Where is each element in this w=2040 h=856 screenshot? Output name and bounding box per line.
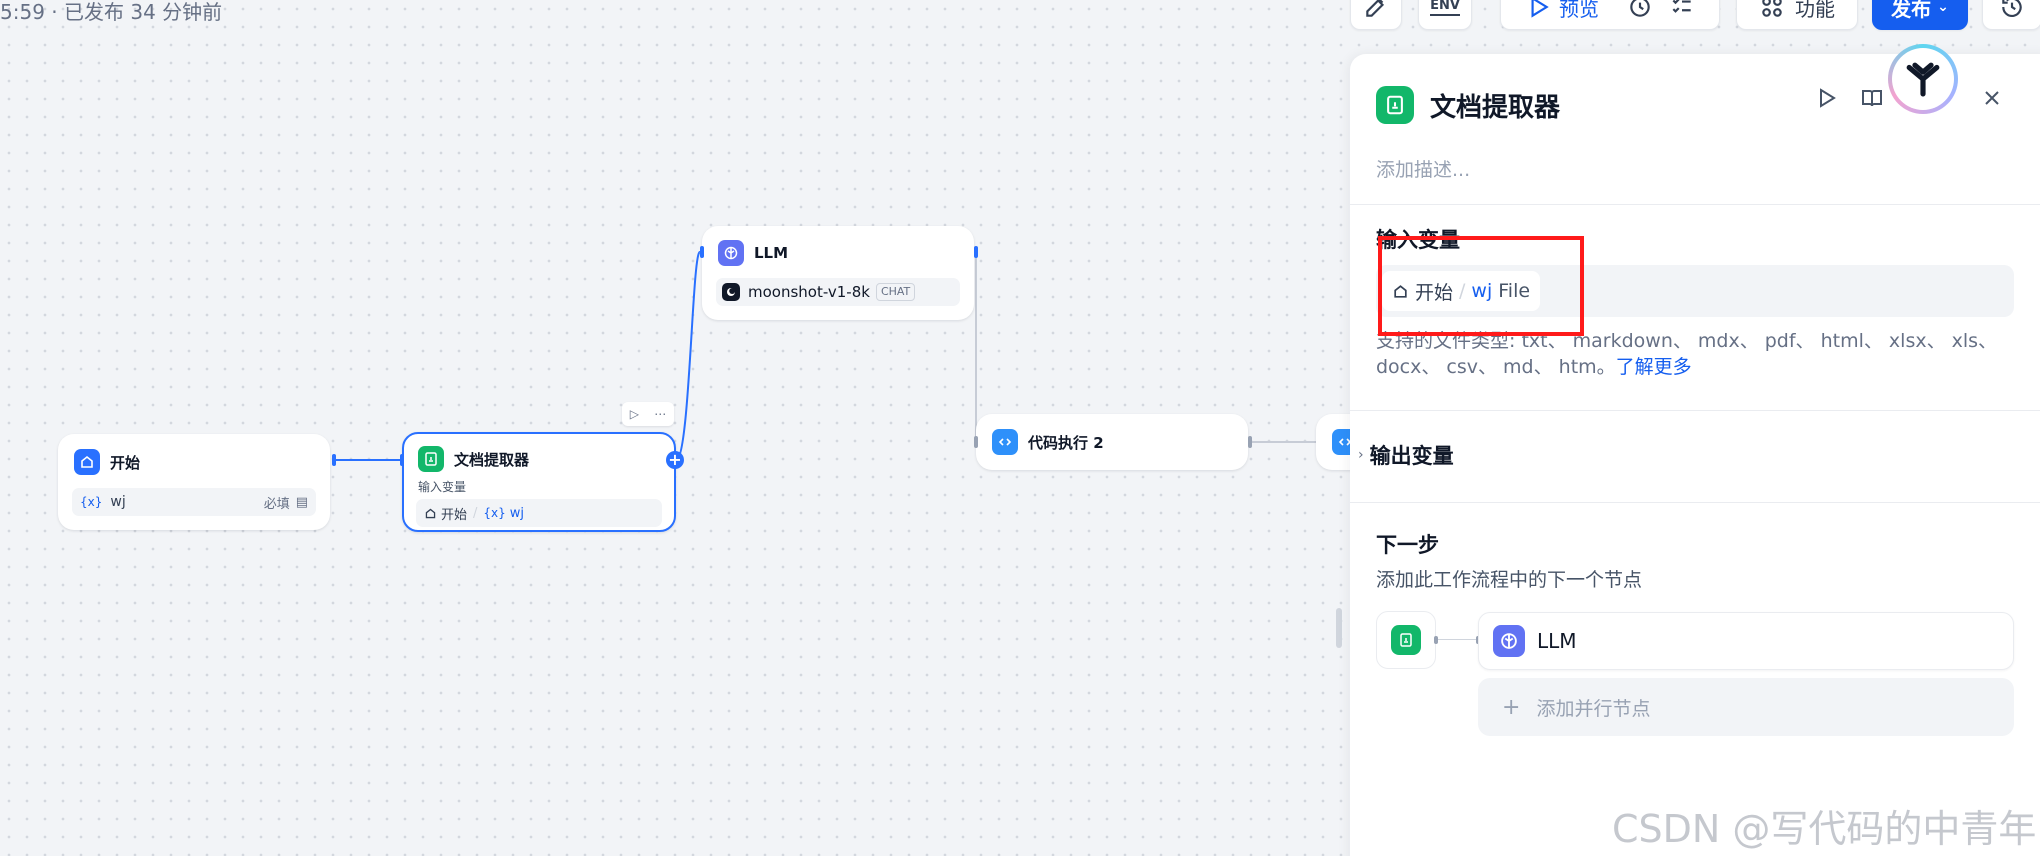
features-label: 功能 — [1795, 0, 1835, 21]
var-type: File — [1498, 280, 1531, 302]
source-node-name: 开始 — [1415, 281, 1454, 304]
doc-extractor-node[interactable]: 文档提取器 输入变量 开始 / {x} wj — [402, 432, 676, 532]
code-output-handle[interactable] — [1248, 436, 1252, 448]
divider — [1350, 410, 2040, 411]
home-icon — [74, 449, 100, 475]
current-node-thumb — [1376, 611, 1436, 669]
moonshot-logo-icon — [722, 283, 740, 301]
var-name: wj — [509, 505, 525, 521]
run-step-icon[interactable] — [1814, 86, 1838, 110]
node-toolbar[interactable]: ▷ ⋯ — [622, 402, 674, 426]
learn-more-link[interactable]: 了解更多 — [1616, 356, 1692, 378]
output-section-toggle[interactable]: › 输出变量 — [1358, 440, 1454, 470]
next-step-desc: 添加此工作流程中的下一个节点 — [1376, 569, 1643, 591]
llm-node[interactable]: LLM moonshot-v1-8k CHAT — [702, 226, 974, 320]
run-group[interactable]: 预览 — [1500, 0, 1720, 30]
watermark: CSDN @写代码的中青年 — [1612, 807, 2037, 851]
history-button[interactable] — [1982, 0, 2040, 30]
play-icon — [1531, 0, 1549, 18]
doc-input-var[interactable]: 开始 / {x} wj — [416, 499, 662, 527]
divider — [1350, 204, 2040, 205]
more-icon[interactable]: ⋯ — [654, 407, 666, 421]
add-parallel-node-button[interactable]: + 添加并行节点 — [1478, 678, 2014, 736]
panel-resize-handle[interactable] — [1336, 608, 1342, 648]
start-node[interactable]: 开始 {x} wj 必填 ▤ — [58, 434, 330, 530]
code-node[interactable]: 代码执行 2 — [976, 414, 1248, 470]
divider — [1350, 502, 2040, 503]
llm-brain-icon — [718, 240, 744, 266]
run-node-icon[interactable]: ▷ — [630, 407, 639, 421]
required-label: 必填 — [263, 496, 290, 512]
checklist-icon[interactable] — [1669, 0, 1695, 20]
document-icon — [418, 446, 444, 472]
code-icon — [992, 429, 1018, 455]
home-icon — [425, 508, 436, 518]
user-avatar[interactable] — [1888, 44, 1958, 114]
add-next-node-button[interactable]: + — [666, 451, 684, 469]
model-name: moonshot-v1-8k — [748, 283, 870, 301]
publish-button[interactable]: 发布 ⌄ — [1872, 0, 1968, 30]
document-icon — [1391, 625, 1421, 655]
run-history-icon[interactable] — [1627, 0, 1653, 20]
panel-title[interactable]: 文档提取器 — [1430, 87, 1560, 124]
input-var-selector[interactable]: 开始 / wj File — [1376, 265, 2014, 317]
node-title: LLM — [754, 244, 789, 262]
start-var-row[interactable]: {x} wj 必填 ▤ — [72, 488, 316, 516]
checklist-button[interactable] — [1350, 0, 1402, 30]
llm-input-handle[interactable] — [700, 246, 704, 258]
grid-icon — [1762, 0, 1782, 17]
node-title: 代码执行 2 — [1028, 433, 1104, 452]
node-title: 开始 — [110, 453, 141, 472]
env-label: ENV — [1430, 0, 1460, 16]
chevron-down-icon: ⌄ — [1937, 0, 1949, 15]
file-icon: ▤ — [295, 494, 308, 510]
close-icon[interactable] — [1980, 86, 2004, 110]
model-selector[interactable]: moonshot-v1-8k CHAT — [716, 278, 960, 306]
env-button[interactable]: ENV — [1418, 0, 1472, 30]
var-name: wj — [110, 494, 126, 510]
next-step-title: 下一步 — [1376, 533, 1439, 557]
input-var-chip[interactable]: 开始 / wj File — [1382, 271, 1541, 311]
next-node-llm[interactable]: LLM — [1478, 612, 2014, 670]
node-config-panel: 文档提取器 添加描述... 输入变量 开始 / wj File 支持的文件类型:… — [1350, 44, 2040, 856]
doc-input-handle[interactable] — [400, 454, 404, 466]
next-node-label: LLM — [1537, 629, 1577, 653]
var-name: wj — [1471, 280, 1493, 302]
input-section-title: 输入变量 — [1376, 228, 1460, 252]
variable-icon: {x} — [80, 495, 103, 509]
avatar-logo-icon — [1906, 62, 1940, 97]
document-icon — [1376, 86, 1414, 124]
source-node-name: 开始 — [441, 507, 468, 523]
variable-icon: {x} — [483, 506, 506, 520]
start-output-handle[interactable] — [332, 454, 336, 466]
plus-icon: + — [1502, 694, 1521, 720]
llm-output-handle[interactable] — [974, 246, 978, 258]
preview-label[interactable]: 预览 — [1559, 0, 1599, 22]
edit-check-icon — [1366, 0, 1385, 17]
supported-filetypes: 支持的文件类型: txt、 markdown、 mdx、 pdf、 html、 … — [1376, 328, 2016, 380]
model-mode-badge: CHAT — [875, 283, 916, 301]
edge-doc-llm — [675, 250, 701, 461]
book-icon[interactable] — [1860, 86, 1884, 110]
output-section-title: 输出变量 — [1369, 444, 1454, 468]
input-label: 输入变量 — [418, 480, 467, 494]
chevron-right-icon: › — [1358, 447, 1364, 463]
llm-brain-icon — [1493, 625, 1525, 657]
publish-status: 5:59 · 已发布 34 分钟前 — [0, 0, 223, 24]
code-input-handle[interactable] — [974, 436, 978, 448]
home-icon — [1394, 284, 1407, 298]
history-icon — [2002, 0, 2022, 18]
description-input[interactable]: 添加描述... — [1376, 155, 1470, 182]
publish-label: 发布 — [1891, 0, 1932, 21]
add-parallel-label: 添加并行节点 — [1536, 697, 1651, 720]
connector-dot — [1434, 636, 1438, 644]
features-button[interactable]: 功能 — [1736, 0, 1858, 30]
node-title: 文档提取器 — [454, 450, 530, 469]
